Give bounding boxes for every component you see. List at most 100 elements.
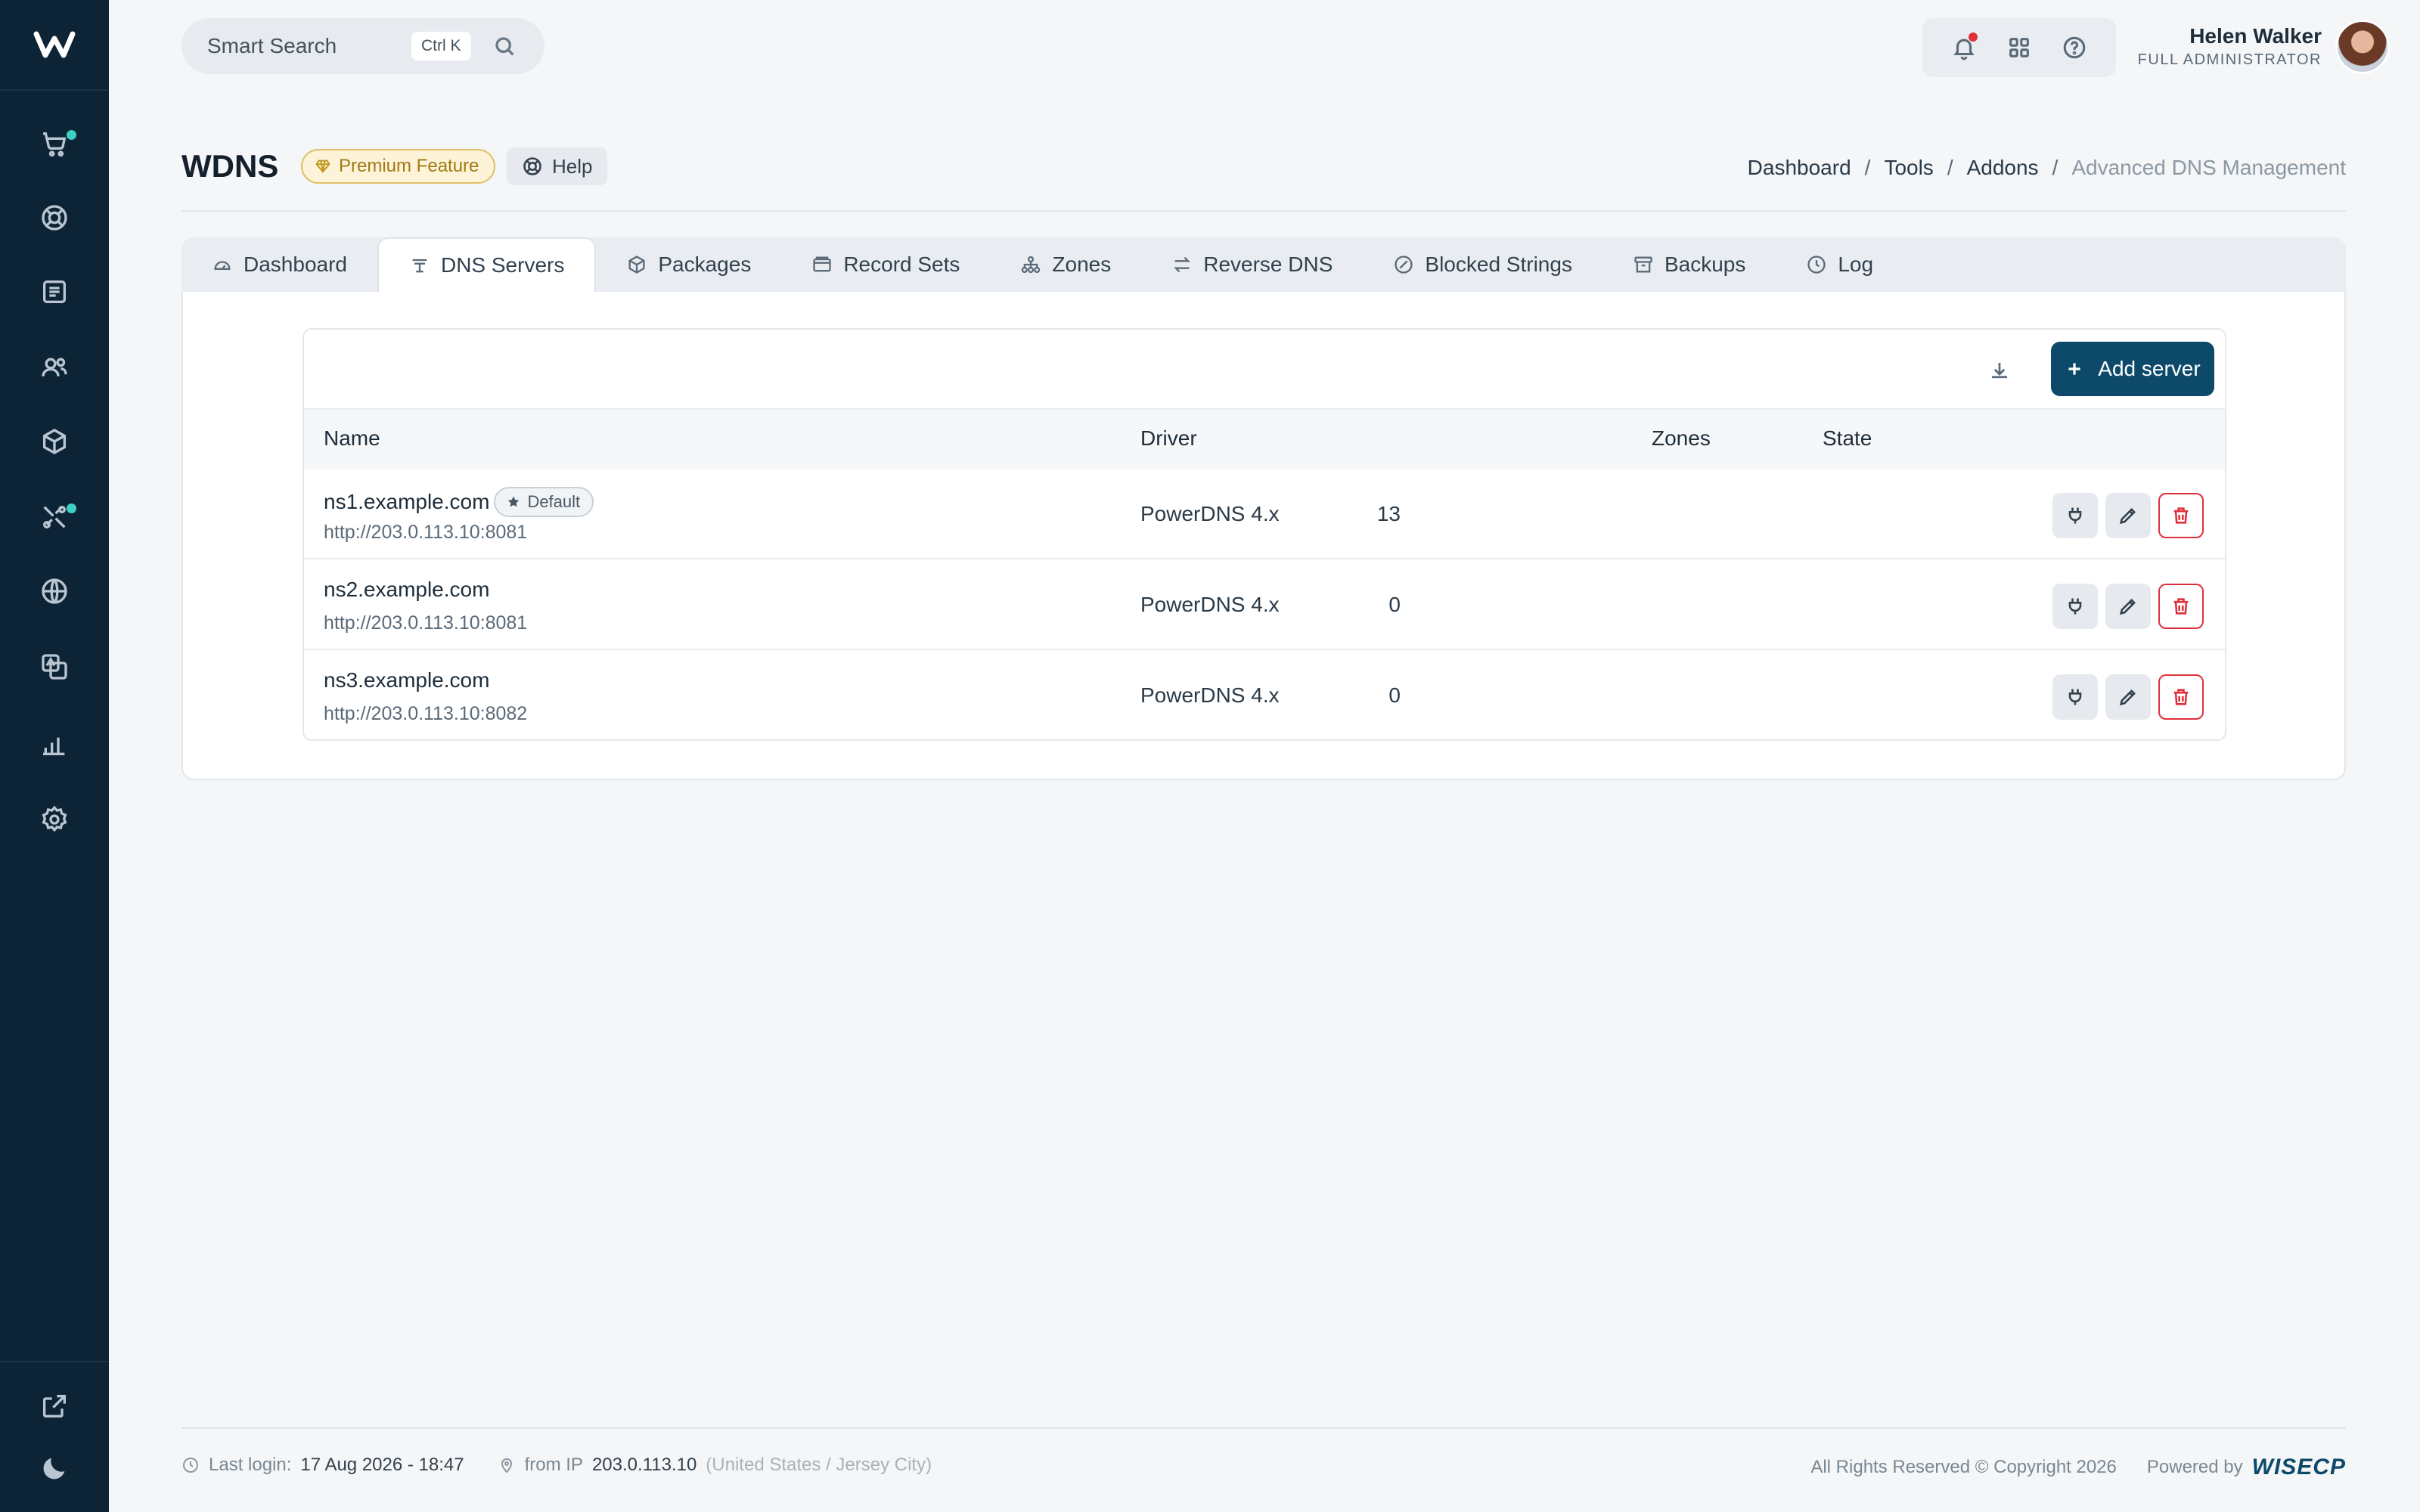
ip-location: (United States / Jersey City) — [706, 1455, 932, 1475]
default-label: Default — [527, 492, 581, 511]
column-header-zones[interactable]: Zones — [1652, 426, 1711, 451]
trash-icon — [2173, 507, 2189, 524]
nav-settings[interactable] — [0, 789, 109, 850]
smart-search[interactable]: Smart Search Ctrl K — [182, 18, 544, 74]
footer-login-info: Last login: 17 Aug 2026 - 18:47 from IP … — [182, 1455, 932, 1476]
breadcrumb-dashboard[interactable]: Dashboard — [1748, 156, 1851, 180]
plus-icon — [2068, 363, 2080, 375]
server-name: ns2.example.com — [324, 578, 490, 601]
server-url: http://203.0.113.10:8082 — [324, 703, 528, 724]
map-pin-icon — [501, 1458, 512, 1473]
tab-dashboard[interactable]: Dashboard — [182, 237, 377, 292]
diamond-icon — [315, 160, 330, 173]
translate-icon — [42, 654, 67, 680]
tab-label: Dashboard — [244, 253, 347, 276]
trash-icon — [2173, 598, 2189, 615]
add-server-label: Add server — [2098, 357, 2201, 380]
pencil-icon — [2119, 599, 2136, 615]
last-login-value: 17 Aug 2026 - 18:47 — [300, 1455, 464, 1475]
plug-icon — [2068, 689, 2082, 705]
export-button[interactable] — [1984, 355, 2015, 386]
tab-label: Blocked Strings — [1425, 253, 1572, 276]
nav-tools[interactable] — [0, 487, 109, 547]
delete-button[interactable] — [2158, 674, 2204, 720]
nav-languages[interactable] — [0, 637, 109, 697]
tab-blocked-strings[interactable]: Blocked Strings — [1363, 237, 1602, 292]
server-icon — [412, 259, 427, 273]
tab-label: Zones — [1052, 253, 1112, 276]
server-url: http://203.0.113.10:8081 — [324, 522, 528, 543]
table-row: ns3.example.com http://203.0.113.10:8082… — [304, 650, 2225, 739]
edit-button[interactable] — [2105, 493, 2151, 538]
tab-log[interactable]: Log — [1776, 237, 1903, 292]
nav-reports[interactable] — [0, 714, 109, 774]
bar-chart-icon — [43, 737, 65, 755]
folder-icon — [813, 256, 831, 272]
default-badge: Default — [494, 487, 594, 517]
nav-domains[interactable] — [0, 561, 109, 621]
help-button[interactable]: Help — [507, 147, 608, 185]
server-zones: 13 — [1376, 502, 1401, 525]
clock-icon — [183, 1458, 198, 1473]
test-connection-button[interactable] — [2052, 584, 2098, 629]
nav-support[interactable] — [0, 187, 109, 248]
breadcrumb-separator: / — [2052, 156, 2059, 179]
add-server-button[interactable]: Add server — [2051, 342, 2214, 396]
gauge-icon — [214, 261, 231, 270]
notification-dot — [67, 130, 76, 140]
notification-dot — [67, 503, 76, 513]
tab-label: Backups — [1664, 253, 1746, 276]
edit-button[interactable] — [2105, 674, 2151, 720]
apps-button[interactable] — [2004, 33, 2034, 63]
tools-icon — [43, 506, 66, 528]
grid-icon — [2009, 38, 2029, 57]
tab-record-sets[interactable]: Record Sets — [781, 237, 990, 292]
nav-users[interactable] — [0, 337, 109, 398]
breadcrumb-addons[interactable]: Addons — [1967, 156, 2039, 180]
column-header-name[interactable]: Name — [324, 426, 380, 451]
notifications-button[interactable] — [1949, 33, 1979, 63]
block-icon — [1395, 256, 1413, 274]
server-url: http://203.0.113.10:8081 — [324, 612, 528, 634]
tab-packages[interactable]: Packages — [596, 237, 781, 292]
test-connection-button[interactable] — [2052, 493, 2098, 538]
breadcrumb-tools[interactable]: Tools — [1884, 156, 1933, 180]
box-icon — [43, 429, 66, 454]
tab-zones[interactable]: Zones — [990, 237, 1141, 292]
nav-products[interactable] — [0, 411, 109, 472]
nav-orders[interactable] — [0, 113, 109, 174]
app-logo[interactable] — [0, 0, 109, 91]
document-icon — [43, 280, 66, 303]
nav-invoices[interactable] — [0, 262, 109, 322]
table-row: ns1.example.com Default http://203.0.113… — [304, 469, 2225, 559]
column-header-driver[interactable]: Driver — [1140, 426, 1197, 451]
users-icon — [42, 358, 67, 376]
server-zones: 0 — [1388, 683, 1401, 707]
user-name: Helen Walker — [2189, 24, 2322, 48]
user-menu[interactable]: Helen Walker FULL ADMINISTRATOR — [2138, 24, 2322, 69]
column-header-state[interactable]: State — [1823, 426, 1872, 451]
help-center-button[interactable] — [2059, 33, 2090, 63]
tab-label: DNS Servers — [440, 253, 565, 277]
trash-icon — [2173, 689, 2189, 705]
tab-backups[interactable]: Backups — [1602, 237, 1776, 292]
tab-dns-servers[interactable]: DNS Servers — [377, 237, 597, 292]
nav-external-link[interactable] — [0, 1376, 109, 1436]
search-icon[interactable] — [492, 34, 517, 58]
help-label: Help — [552, 154, 593, 178]
delete-button[interactable] — [2158, 584, 2204, 629]
header-divider — [182, 210, 2346, 212]
edit-button[interactable] — [2105, 584, 2151, 629]
nav-dark-mode[interactable] — [0, 1438, 109, 1498]
ip-label: from IP — [524, 1455, 583, 1475]
pencil-icon — [2119, 508, 2136, 525]
delete-button[interactable] — [2158, 493, 2204, 538]
avatar[interactable] — [2335, 20, 2390, 74]
wisecp-logo[interactable]: WISECP — [2252, 1455, 2346, 1480]
breadcrumb-current: Advanced DNS Management — [2071, 156, 2346, 179]
moon-icon — [43, 1458, 65, 1479]
tab-reverse-dns[interactable]: Reverse DNS — [1141, 237, 1363, 292]
search-input[interactable]: Smart Search — [207, 34, 411, 58]
table-row: ns2.example.com http://203.0.113.10:8081… — [304, 559, 2225, 650]
test-connection-button[interactable] — [2052, 674, 2098, 720]
